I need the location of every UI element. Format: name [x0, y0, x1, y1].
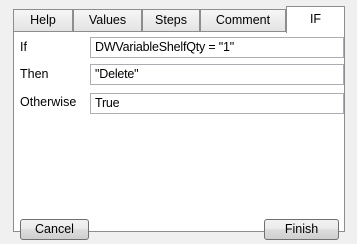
finish-button[interactable]: Finish: [264, 219, 339, 240]
then-label: Then: [20, 67, 49, 81]
if-condition-field[interactable]: DWVariableShelfQty = "1": [90, 37, 344, 58]
otherwise-value: True: [95, 96, 120, 110]
tab-values[interactable]: Values: [73, 9, 142, 31]
tab-strip: Help Values Steps Comment IF: [13, 6, 345, 33]
tab-steps[interactable]: Steps: [142, 9, 200, 31]
if-label: If: [20, 40, 27, 54]
tab-help[interactable]: Help: [13, 9, 73, 31]
if-dialog: Help Values Steps Comment IF If DWVariab…: [0, 0, 357, 244]
tab-if[interactable]: IF: [286, 6, 345, 33]
then-field[interactable]: "Delete": [90, 64, 344, 85]
otherwise-label: Otherwise: [20, 95, 77, 109]
then-value: "Delete": [95, 67, 139, 81]
cancel-button[interactable]: Cancel: [20, 219, 89, 240]
if-condition-value: DWVariableShelfQty = "1": [95, 40, 234, 54]
if-panel: If DWVariableShelfQty = "1" Then "Delete…: [13, 31, 345, 240]
otherwise-field[interactable]: True: [90, 93, 344, 114]
tab-comment[interactable]: Comment: [200, 9, 286, 31]
